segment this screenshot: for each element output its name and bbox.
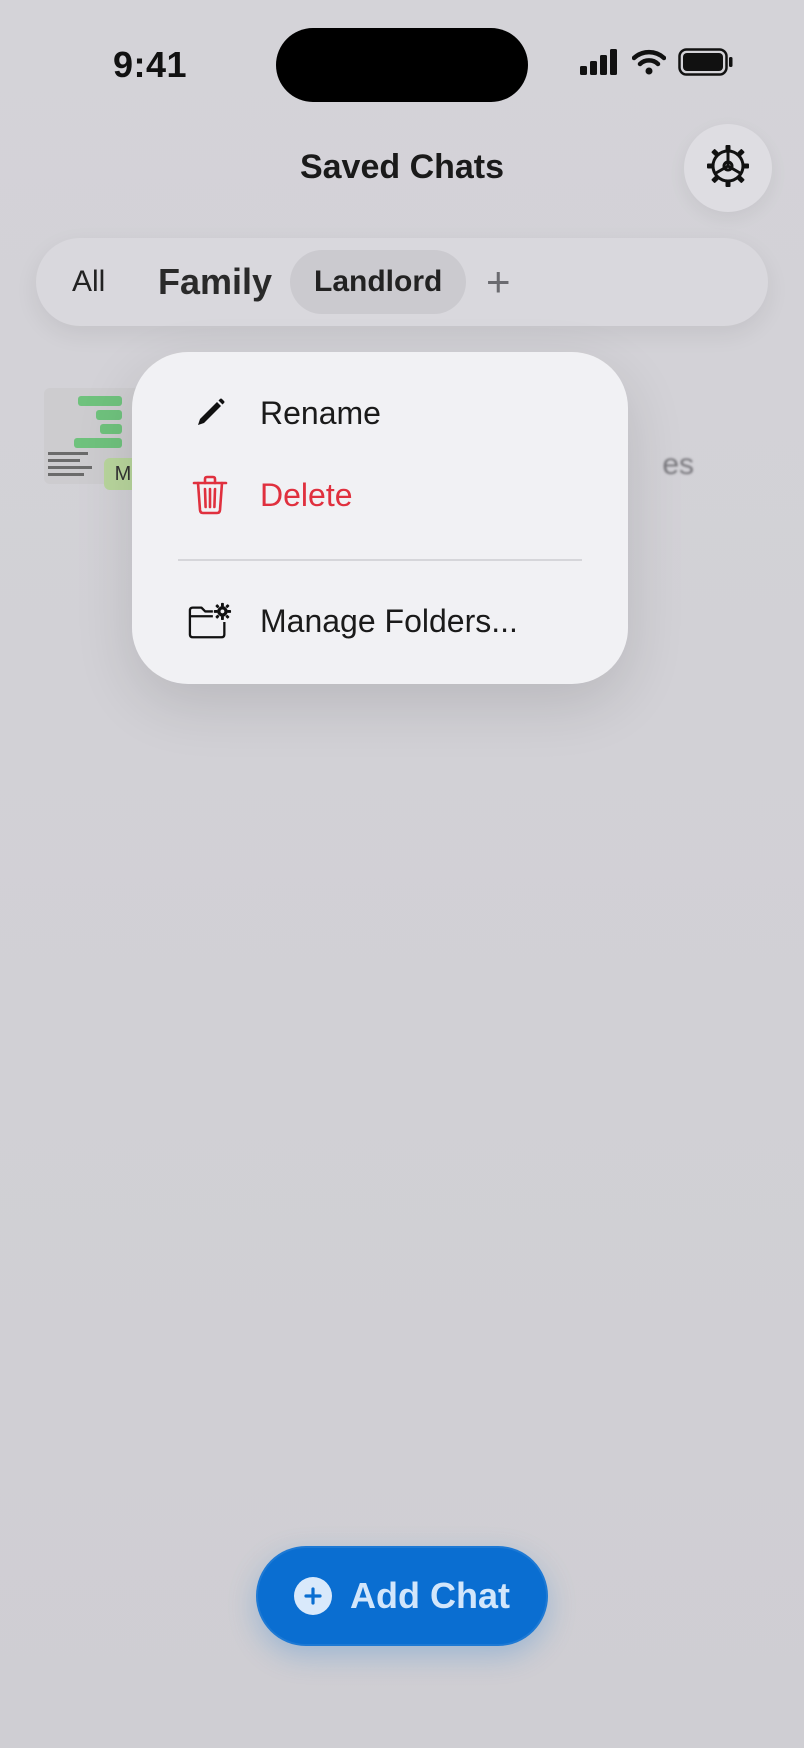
cellular-signal-icon [580, 49, 620, 75]
pencil-icon [188, 391, 232, 435]
folder-tab-bar: All Family Landlord + [36, 238, 768, 326]
menu-item-rename[interactable]: Rename [132, 378, 628, 448]
add-chat-button[interactable]: Add Chat [256, 1546, 548, 1646]
menu-item-delete[interactable]: Delete [132, 460, 628, 530]
screen: 9:41 Saved Chats All Family Landlord + M… [0, 0, 804, 1748]
trash-icon [188, 473, 232, 517]
gear-icon [704, 142, 752, 195]
plus-circle-icon [294, 1577, 332, 1615]
menu-divider [178, 559, 582, 561]
settings-button[interactable] [684, 124, 772, 212]
folder-gear-icon [188, 599, 232, 643]
menu-label-manage-folders: Manage Folders... [260, 602, 518, 639]
battery-icon [678, 48, 734, 76]
context-menu: Rename Delete Manage Folders... [132, 352, 628, 684]
add-chat-label: Add Chat [350, 1575, 510, 1616]
dynamic-island [276, 28, 528, 102]
menu-item-manage-folders[interactable]: Manage Folders... [132, 586, 628, 656]
wifi-icon [632, 49, 666, 75]
tab-landlord[interactable]: Landlord [290, 250, 467, 314]
menu-label-delete: Delete [260, 476, 353, 513]
status-icons [580, 48, 734, 76]
tab-all[interactable]: All [72, 250, 105, 314]
tab-family[interactable]: Family [158, 250, 272, 314]
status-time: 9:41 [112, 44, 188, 85]
add-folder-button[interactable]: + [486, 250, 511, 314]
menu-label-rename: Rename [260, 394, 381, 431]
